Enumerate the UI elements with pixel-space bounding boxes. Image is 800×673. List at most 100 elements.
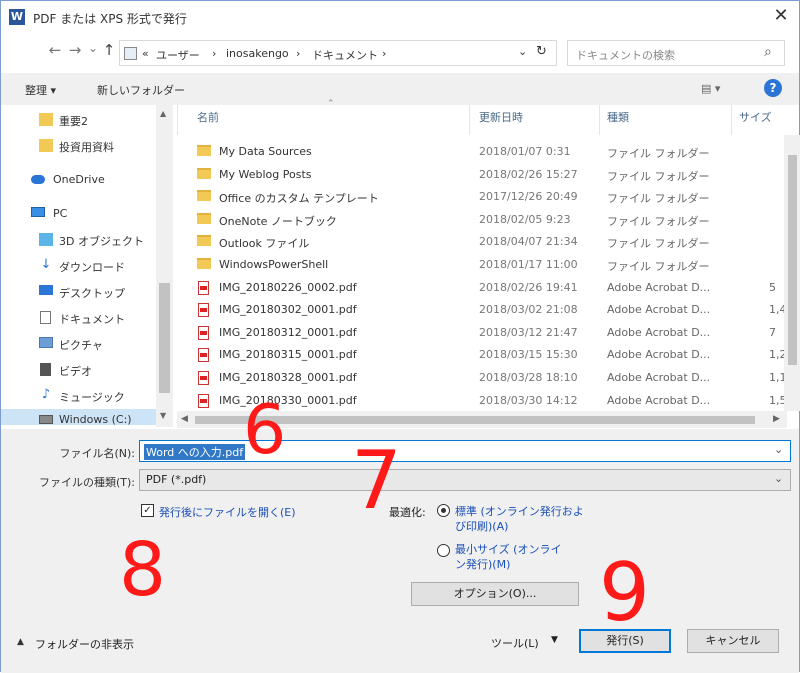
close-icon[interactable]: ✕ [769, 5, 793, 26]
picture-icon [39, 337, 53, 348]
file-row[interactable]: IMG_20180328_0001.pdf 2018/03/28 18:10 Ado… [187, 367, 787, 389]
sidebar-item-windows-drive[interactable]: Windows (C:) [1, 409, 156, 425]
file-row[interactable]: IMG_20180315_0001.pdf 2018/03/15 15:30 Ado… [187, 344, 787, 366]
forward-arrow-icon[interactable]: → [65, 41, 85, 59]
sidebar-item-music[interactable]: ♪ ミュージック [1, 385, 156, 407]
filename-label: ファイル名(N): [59, 447, 135, 460]
drive-icon [39, 415, 53, 424]
search-placeholder: ドキュメントの検索 [576, 49, 675, 62]
organize-button[interactable]: 整理 ▾ [25, 82, 56, 98]
sidebar-item-pc[interactable]: PC [1, 203, 156, 225]
sidebar-item-label: ドキュメント [59, 313, 125, 326]
sidebar-item-label: 重要2 [59, 115, 88, 128]
cloud-icon [31, 175, 45, 184]
sidebar-item-onedrive[interactable]: OneDrive [1, 169, 156, 191]
sidebar-item-3d-objects[interactable]: 3D オブジェクト [1, 229, 156, 251]
file-row[interactable]: WindowsPowerShell 2018/01/17 11:00 ファイル フォ… [187, 254, 777, 276]
address-bar[interactable]: « ユーザー › inosakengo › ドキュメント › ⌄ ↻ [119, 40, 557, 66]
file-name: WindowsPowerShell [219, 258, 329, 271]
sidebar-item-pictures[interactable]: ピクチャ [1, 333, 156, 355]
column-divider [469, 105, 470, 135]
filename-input[interactable]: Word への入力.pdf ⌄ [139, 440, 791, 462]
cancel-button[interactable]: キャンセル [687, 629, 779, 653]
navigation-scrollbar[interactable]: ▲ ▼ [156, 105, 173, 427]
pc-icon [31, 207, 45, 217]
back-arrow-icon[interactable]: ← [45, 41, 65, 59]
file-type: Adobe Acrobat D... [607, 303, 711, 317]
scroll-thumb[interactable] [788, 155, 797, 365]
file-date: 2018/03/02 21:08 [479, 303, 578, 317]
address-segment-documents[interactable]: ドキュメント [312, 47, 378, 63]
folder-icon [197, 235, 211, 247]
hide-folders-toggle[interactable]: フォルダーの非表示 [35, 636, 134, 652]
chevron-down-icon[interactable]: ⌄ [774, 472, 783, 485]
file-row[interactable]: My Weblog Posts 2018/02/26 15:27 ファイル フォルダ… [187, 164, 777, 186]
view-options-button[interactable]: ▤ ▾ [701, 82, 720, 95]
file-row[interactable]: My Data Sources 2018/01/07 0:31 ファイル フォルダー [187, 141, 777, 163]
standard-radio-label[interactable]: 標準 (オンライン発行および印刷)(A) [455, 504, 589, 534]
sidebar-item-videos[interactable]: ビデオ [1, 359, 156, 381]
search-icon[interactable]: ⌕ [764, 44, 772, 60]
sidebar-item-downloads[interactable]: ↓ ダウンロード [1, 255, 156, 277]
file-date: 2018/02/05 9:23 [479, 212, 571, 226]
address-dropdown-icon[interactable]: ⌄ [518, 45, 527, 58]
help-icon[interactable]: ? [764, 79, 782, 97]
address-separator[interactable]: › [382, 47, 386, 60]
file-list-scrollbar[interactable] [784, 135, 800, 411]
address-segment-users[interactable]: ユーザー [156, 47, 200, 63]
file-name: Office のカスタム テンプレート [219, 192, 379, 206]
address-separator[interactable]: › [212, 47, 216, 60]
minimum-size-radio[interactable] [437, 544, 450, 557]
file-row[interactable]: Office のカスタム テンプレート 2017/12/26 20:49 ファイル … [187, 186, 777, 208]
file-row[interactable]: IMG_20180226_0002.pdf 2018/02/26 19:41 Ado… [187, 277, 777, 299]
file-row[interactable]: IMG_20180312_0001.pdf 2018/03/12 21:47 Ado… [187, 322, 777, 344]
file-type: Adobe Acrobat D... [607, 371, 711, 384]
minimum-size-radio-label[interactable]: 最小サイズ (オンライン発行)(M) [455, 542, 571, 572]
sidebar-item-documents[interactable]: ドキュメント [1, 307, 156, 329]
column-header-name[interactable]: 名前 [197, 109, 219, 133]
open-after-publish-checkbox[interactable]: ✓ [141, 504, 154, 517]
file-row[interactable]: IMG_20180302_0001.pdf 2018/03/02 21:08 Ado… [187, 299, 787, 321]
address-overflow[interactable]: « [142, 47, 149, 60]
refresh-icon[interactable]: ↻ [536, 44, 547, 59]
file-type: ファイル フォルダー [607, 192, 710, 206]
file-date: 2018/01/07 0:31 [479, 145, 571, 158]
navigation-pane: 重要2 投資用資料 OneDrive PC 3D オブジェクト ↓ ダウンロード… [1, 105, 173, 425]
desktop-icon [39, 285, 53, 295]
scroll-right-icon[interactable]: ▶ [773, 414, 780, 424]
address-segment-user[interactable]: inosakengo [226, 47, 289, 60]
tools-button[interactable]: ツール(L) [491, 635, 539, 651]
pdf-file-icon [198, 280, 209, 295]
address-separator[interactable]: › [296, 47, 300, 60]
up-arrow-icon[interactable]: ↑ [99, 41, 119, 59]
scroll-down-icon[interactable]: ▼ [160, 411, 166, 420]
annotation-number-9: 9 [599, 546, 650, 639]
options-button[interactable]: オプション(O)... [411, 582, 579, 606]
column-header-date[interactable]: 更新日時 [479, 109, 523, 133]
scroll-left-icon[interactable]: ◀ [181, 414, 188, 424]
filename-value: Word への入力.pdf [144, 444, 246, 460]
file-row[interactable]: OneNote ノートブック 2018/02/05 9:23 ファイル フォルダー [187, 209, 777, 231]
filetype-select[interactable]: PDF (*.pdf) ⌄ [139, 469, 791, 491]
standard-radio[interactable] [437, 504, 450, 517]
file-type: Adobe Acrobat D... [607, 280, 711, 294]
scroll-thumb[interactable] [159, 283, 170, 393]
chevron-down-icon[interactable]: ⌄ [774, 443, 783, 456]
pdf-file-icon [198, 393, 209, 408]
sidebar-item-important[interactable]: 重要2 [1, 109, 156, 131]
open-after-publish-label[interactable]: 発行後にファイルを開く(E) [159, 504, 296, 520]
column-header-type[interactable]: 種類 [607, 109, 629, 133]
new-folder-button[interactable]: 新しいフォルダー [97, 82, 185, 98]
sidebar-item-label: デスクトップ [59, 287, 125, 300]
tools-dropdown-icon[interactable]: ▼ [551, 635, 558, 645]
chevron-up-icon[interactable]: ▲ [17, 637, 24, 647]
sidebar-item-investment[interactable]: 投資用資料 [1, 135, 156, 157]
scroll-up-icon[interactable]: ▲ [160, 109, 166, 118]
cube-icon [39, 233, 53, 246]
search-input[interactable]: ドキュメントの検索 ⌕ [567, 40, 785, 66]
column-header-size[interactable]: サイズ [739, 109, 772, 133]
publish-dialog: W PDF または XPS 形式で発行 ✕ ← → ⌄ ↑ « ユーザー › i… [0, 0, 800, 673]
sidebar-item-desktop[interactable]: デスクトップ [1, 281, 156, 303]
file-row[interactable]: Outlook ファイル 2018/04/07 21:34 ファイル フォルダー [187, 231, 777, 253]
sidebar-item-label: ピクチャ [59, 339, 103, 352]
